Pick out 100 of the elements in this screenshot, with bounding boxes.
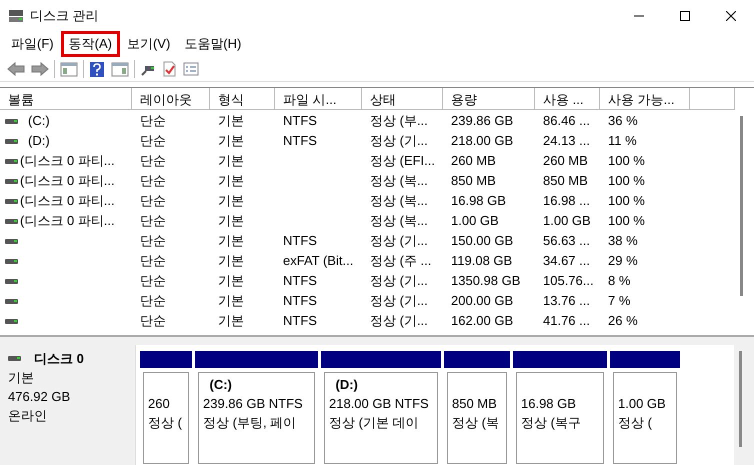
table-cell-text: 단순 bbox=[140, 272, 166, 290]
column-header[interactable]: 레이아웃 bbox=[132, 88, 210, 110]
table-cell-text: 56.63 ... bbox=[543, 232, 590, 250]
column-header[interactable]: 사용 가능... bbox=[600, 88, 690, 110]
drive-icon bbox=[5, 116, 18, 126]
table-cell-text: 기본 bbox=[218, 252, 244, 270]
table-cell-text: 1.00 GB bbox=[451, 212, 499, 230]
checklist-icon[interactable] bbox=[183, 61, 199, 77]
table-cell-text: 기본 bbox=[218, 132, 244, 150]
drive-icon bbox=[5, 136, 18, 146]
table-cell-text: NTFS bbox=[283, 292, 317, 310]
partition-block[interactable]: (D:) 218.00 GB NTFS 정상 (기본 데이 bbox=[324, 372, 438, 464]
partition-block[interactable]: 850 MB 정상 (복 bbox=[447, 372, 507, 464]
drive-icon bbox=[5, 196, 18, 206]
table-cell-text: 1.00 GB bbox=[543, 212, 591, 230]
column-header[interactable]: 사용 ... bbox=[535, 88, 600, 110]
drive-icon bbox=[5, 156, 18, 166]
menu-item[interactable]: 도움말(H) bbox=[177, 32, 248, 56]
table-cell-text: 260 MB bbox=[543, 152, 588, 170]
column-header[interactable]: 파일 시... bbox=[275, 88, 362, 110]
partition-status: 정상 (복 bbox=[452, 414, 500, 432]
table-cell-text: (C:) bbox=[28, 112, 50, 130]
table-cell-text: NTFS bbox=[283, 112, 317, 130]
table-cell-text: 26 % bbox=[608, 312, 638, 330]
table-cell-text: 기본 bbox=[218, 112, 244, 130]
table-cell-text: NTFS bbox=[283, 232, 317, 250]
drive-icon bbox=[5, 296, 18, 306]
table-cell-text: 단순 bbox=[140, 192, 166, 210]
partition-block[interactable]: (C:) 239.86 GB NTFS 정상 (부팅, 페이 bbox=[198, 372, 315, 464]
table-cell-text: NTFS bbox=[283, 132, 317, 150]
disk-drive-icon bbox=[8, 8, 24, 22]
table-cell-text: 16.98 ... bbox=[543, 192, 590, 210]
table-cell-text: (디스크 0 파티... bbox=[20, 192, 115, 210]
table-cell-text: 단순 bbox=[140, 232, 166, 250]
table-cell-text: 단순 bbox=[140, 152, 166, 170]
column-header[interactable]: 상태 bbox=[362, 88, 443, 110]
table-cell-text: 정상 (복... bbox=[370, 192, 428, 210]
table-cell-text: exFAT (Bit... bbox=[283, 252, 354, 270]
column-header[interactable]: 형식 bbox=[210, 88, 275, 110]
table-cell-text: 100 % bbox=[608, 172, 645, 190]
table-cell-text: 기본 bbox=[218, 292, 244, 310]
partition-size: 16.98 GB bbox=[521, 395, 577, 413]
drive-icon bbox=[5, 276, 18, 286]
partition-status: 정상 ( bbox=[618, 414, 653, 432]
table-cell-text: 단순 bbox=[140, 112, 166, 130]
partition-header-bar bbox=[140, 351, 192, 368]
close-icon bbox=[726, 10, 736, 20]
table-cell-text: 정상 (기... bbox=[370, 272, 428, 290]
drive-icon bbox=[5, 316, 18, 326]
window-title: 디스크 관리 bbox=[30, 6, 99, 25]
column-header[interactable]: 볼륨 bbox=[0, 88, 132, 110]
table-cell-text: (D:) bbox=[28, 132, 50, 150]
table-cell-text: 239.86 GB bbox=[451, 112, 514, 130]
table-cell-text: 29 % bbox=[608, 252, 638, 270]
console-tree-icon[interactable] bbox=[60, 61, 78, 77]
table-cell-text: (디스크 0 파티... bbox=[20, 152, 115, 170]
drive-icon bbox=[5, 216, 18, 226]
partition-status: 정상 ( bbox=[148, 414, 183, 432]
scrollbar[interactable] bbox=[739, 351, 742, 447]
table-cell-text: 38 % bbox=[608, 232, 638, 250]
table-cell-text: 정상 (주 ... bbox=[370, 252, 432, 270]
partition-block[interactable]: 16.98 GB 정상 (복구 bbox=[516, 372, 604, 464]
table-cell-text: 단순 bbox=[140, 292, 166, 310]
partition-block[interactable]: 1.00 GB 정상 ( bbox=[613, 372, 677, 464]
forward-arrow-icon[interactable] bbox=[31, 61, 49, 77]
table-cell-text: 기본 bbox=[218, 272, 244, 290]
table-cell-text: 34.67 ... bbox=[543, 252, 590, 270]
table-cell-text: 기본 bbox=[218, 212, 244, 230]
table-cell-text: 기본 bbox=[218, 172, 244, 190]
table-cell-text: 119.08 GB bbox=[451, 252, 512, 270]
action-pane-icon[interactable] bbox=[111, 61, 129, 77]
help-icon[interactable] bbox=[89, 60, 105, 78]
table-cell-text: 정상 (부... bbox=[370, 112, 428, 130]
table-cell-text: 41.76 ... bbox=[543, 312, 590, 330]
table-cell-text: 105.76... bbox=[543, 272, 594, 290]
table-cell-text: 260 MB bbox=[451, 152, 496, 170]
scrollbar[interactable] bbox=[740, 116, 743, 296]
table-cell-text: 기본 bbox=[218, 192, 244, 210]
menu-item[interactable]: 동작(A) bbox=[60, 31, 120, 57]
menu-item[interactable]: 보기(V) bbox=[120, 32, 178, 56]
table-cell-text: 218.00 GB bbox=[451, 132, 514, 150]
table-cell-text: 정상 (복... bbox=[370, 172, 428, 190]
column-header[interactable]: 용량 bbox=[443, 88, 535, 110]
table-cell-text: 정상 (기... bbox=[370, 132, 428, 150]
partition-status: 정상 (부팅, 페이 bbox=[203, 414, 298, 432]
disk-type: 기본 bbox=[8, 369, 35, 387]
table-cell-text: 정상 (기... bbox=[370, 312, 428, 330]
back-arrow-icon[interactable] bbox=[7, 61, 25, 77]
table-cell-text: (디스크 0 파티... bbox=[20, 212, 115, 230]
table-cell-text: 36 % bbox=[608, 112, 638, 130]
menu-item[interactable]: 파일(F) bbox=[4, 32, 61, 56]
table-cell-text: 정상 (복... bbox=[370, 212, 428, 230]
table-cell-text: 24.13 ... bbox=[543, 132, 590, 150]
checked-document-icon[interactable] bbox=[162, 61, 177, 77]
partition-block[interactable]: 260 정상 ( bbox=[143, 372, 189, 464]
table-cell-text: 1350.98 GB bbox=[451, 272, 520, 290]
table-cell-text: 단순 bbox=[140, 312, 166, 330]
drive-icon bbox=[8, 354, 21, 363]
partition-size: 239.86 GB NTFS bbox=[203, 395, 304, 413]
disk-size: 476.92 GB bbox=[8, 388, 72, 406]
